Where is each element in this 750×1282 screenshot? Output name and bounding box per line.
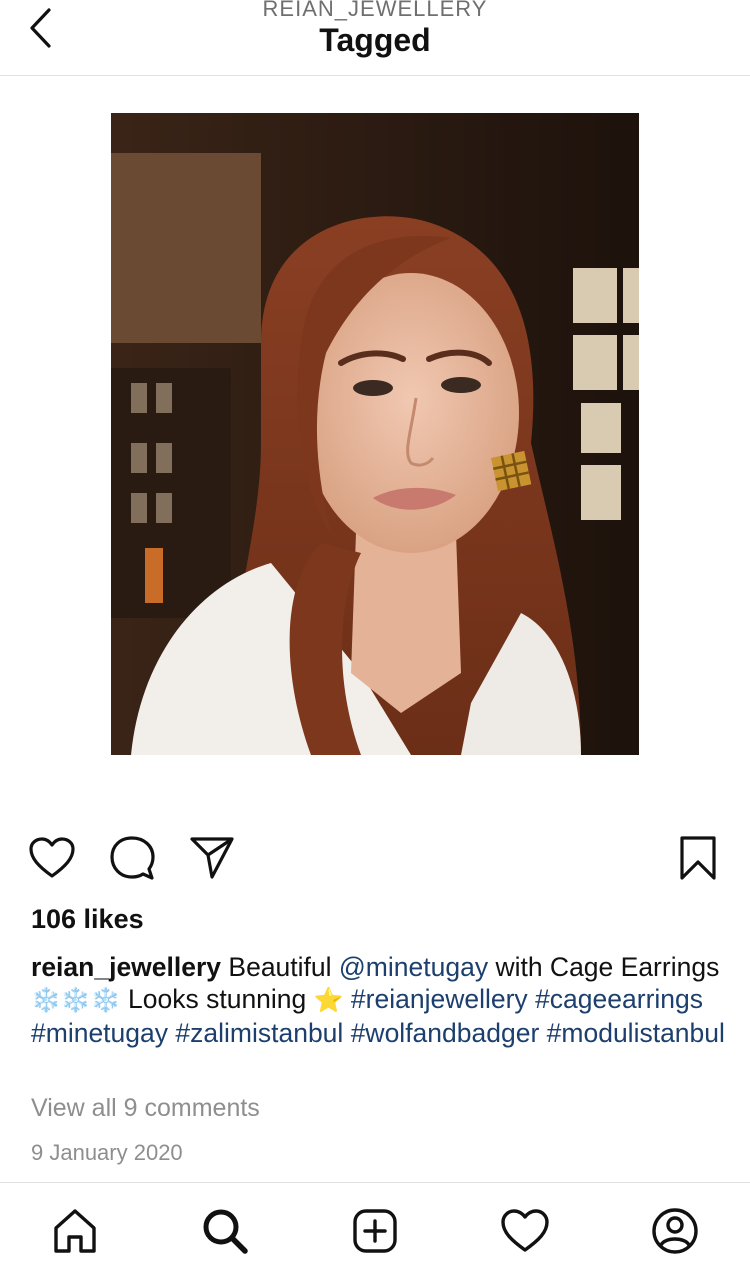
tab-create[interactable] xyxy=(347,1203,403,1259)
comment-button[interactable] xyxy=(106,830,158,886)
tab-activity[interactable] xyxy=(497,1203,553,1259)
star-emoji: ⭐ xyxy=(313,987,344,1014)
post-date: 9 January 2020 xyxy=(31,1140,183,1165)
view-comments-link[interactable]: View all 9 comments xyxy=(31,1094,260,1123)
home-icon xyxy=(54,1209,96,1253)
hashtag[interactable]: #cageearrings xyxy=(535,984,703,1014)
page-title: Tagged xyxy=(319,22,431,58)
like-button[interactable] xyxy=(26,830,78,886)
hashtag[interactable]: #zalimistanbul xyxy=(175,1018,343,1048)
hashtag[interactable]: #wolfandbadger xyxy=(351,1018,540,1048)
search-icon xyxy=(203,1209,248,1254)
bookmark-icon xyxy=(680,836,716,880)
tab-home[interactable] xyxy=(47,1203,103,1259)
tab-search[interactable] xyxy=(197,1203,253,1259)
share-button[interactable] xyxy=(186,830,238,886)
comment-icon xyxy=(110,836,155,880)
caption-text: with Cage Earrings xyxy=(488,952,720,982)
caption-text: Beautiful xyxy=(221,952,339,982)
caption-mention[interactable]: @minetugay xyxy=(339,952,488,982)
post-image[interactable] xyxy=(111,113,639,755)
hashtag[interactable]: #reianjewellery xyxy=(351,984,528,1014)
account-name[interactable]: REIAN_JEWELLERY xyxy=(0,0,750,22)
top-bar: REIAN_JEWELLERY Tagged xyxy=(0,0,750,76)
snowflake-emoji: ❄️❄️❄️ xyxy=(31,987,121,1014)
bottom-tab-bar xyxy=(0,1182,750,1282)
hashtag[interactable]: #modulistanbul xyxy=(547,1018,725,1048)
post-actions xyxy=(0,830,750,886)
caption-text: Looks stunning xyxy=(120,984,314,1014)
likes-count[interactable]: 106 likes xyxy=(31,904,144,935)
activity-icon xyxy=(501,1209,549,1252)
caption-text xyxy=(344,984,351,1014)
share-icon xyxy=(190,837,234,879)
profile-icon xyxy=(652,1208,698,1254)
post-caption: reian_jewellery Beautiful @minetugay wit… xyxy=(31,951,731,1049)
create-icon xyxy=(353,1209,397,1253)
save-button[interactable] xyxy=(672,830,724,886)
heart-icon xyxy=(29,837,75,878)
hashtag[interactable]: #minetugay xyxy=(31,1018,168,1048)
tab-profile[interactable] xyxy=(647,1203,703,1259)
caption-username[interactable]: reian_jewellery xyxy=(31,952,221,982)
